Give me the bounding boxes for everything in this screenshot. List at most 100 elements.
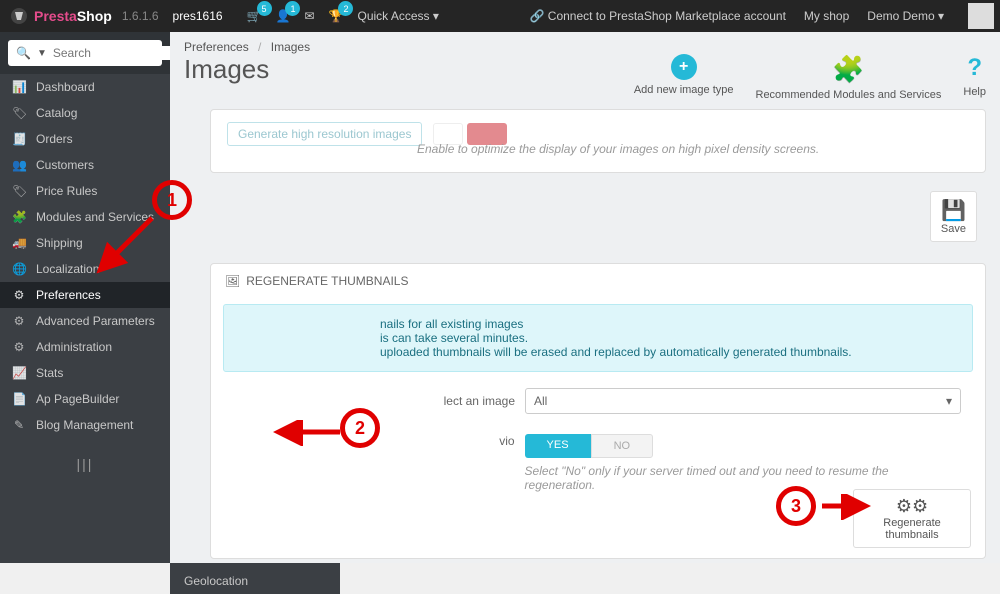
nav-shipping[interactable]: 🚚 Shipping xyxy=(0,230,170,256)
avatar[interactable] xyxy=(968,3,994,29)
nav-customers[interactable]: 👥 Customers xyxy=(0,152,170,178)
user-icon[interactable]: 👤1 xyxy=(276,9,291,23)
alert-line3: uploaded thumbnails will be erased and r… xyxy=(380,345,956,359)
nav-label: Shipping xyxy=(36,236,83,250)
trophy-icon[interactable]: 🏆2 xyxy=(329,9,344,23)
sidebar-collapse-icon[interactable]: ||| xyxy=(0,456,170,472)
regen-label: Regenerate thumbnails xyxy=(883,517,941,541)
breadcrumb-parent[interactable]: Preferences xyxy=(184,40,249,54)
breadcrumb-sep: / xyxy=(258,40,261,54)
nav-blog[interactable]: ✎ Blog Management xyxy=(0,412,170,438)
brand: PrestaShop 1.6.1.6 pres1616 xyxy=(0,7,233,25)
submenu-geolocation[interactable]: Geolocation xyxy=(170,568,340,594)
marketplace-link[interactable]: 🔗 Connect to PrestaShop Marketplace acco… xyxy=(530,9,786,23)
user-badge: 1 xyxy=(285,1,300,16)
ghost-button-label: Generate high resolution images xyxy=(227,122,422,146)
modules-label: Recommended Modules and Services xyxy=(756,89,942,101)
select-value: All xyxy=(534,394,547,408)
add-image-type-button[interactable]: + Add new image type xyxy=(634,54,734,101)
nav-label: Stats xyxy=(36,366,63,380)
quick-access-menu[interactable]: Quick Access ▾ xyxy=(357,9,438,23)
nav-catalog[interactable]: 🏷Catalog xyxy=(0,100,170,126)
nav-pagebuilder[interactable]: 📄Ap PageBuilder xyxy=(0,386,170,412)
erase-toggle: YES NO xyxy=(525,434,961,458)
page-title: Images xyxy=(184,54,269,85)
my-shop-link[interactable]: My shop xyxy=(804,9,849,23)
nav-advanced[interactable]: ⚙ Advanced Parameters xyxy=(0,308,170,334)
alert-line2: is can take several minutes. xyxy=(380,331,956,345)
gauge-icon: 📊 xyxy=(12,80,26,94)
pricetag-icon: 🏷 xyxy=(12,184,26,198)
toggle-yes[interactable]: YES xyxy=(525,434,591,458)
nav-modules[interactable]: 🧩Modules and Services xyxy=(0,204,170,230)
link-icon: 🔗 xyxy=(530,9,548,23)
search-wrap: 🔍 ▼ xyxy=(0,32,170,74)
nav-label: Advanced Parameters xyxy=(36,314,155,328)
recommended-modules-button[interactable]: 🧩 Recommended Modules and Services xyxy=(756,54,942,101)
save-icon: 💾 xyxy=(941,198,966,223)
topbar-right: 🔗 Connect to PrestaShop Marketplace acco… xyxy=(530,3,1000,29)
row-select-image: lect an image All ▾ xyxy=(211,378,985,424)
nav-orders[interactable]: 🧾 Orders xyxy=(0,126,170,152)
nav-stats[interactable]: 📈 Stats xyxy=(0,360,170,386)
topbar-icons: 🛒5 👤1 ✉ 🏆2 Quick Access ▾ xyxy=(247,9,439,23)
breadcrumb-child: Images xyxy=(271,40,310,54)
cart-icon[interactable]: 🛒5 xyxy=(247,9,262,23)
nav-label: Customers xyxy=(36,158,94,172)
truck-icon: 🚚 xyxy=(12,236,26,250)
users-icon: 👥 xyxy=(12,158,26,172)
page-header: Images + Add new image type 🧩 Recommende… xyxy=(170,54,1000,107)
trophy-badge: 2 xyxy=(338,1,353,16)
nav-price-rules[interactable]: 🏷 Price Rules xyxy=(0,178,170,204)
plus-icon: + xyxy=(671,54,697,80)
chart-icon: 📈 xyxy=(12,366,26,380)
content-area: Preferences / Images Images + Add new im… xyxy=(170,32,1000,563)
receipt-icon: 🧾 xyxy=(12,132,26,146)
heading-text: REGENERATE THUMBNAILS xyxy=(246,274,408,288)
high-res-hint: Enable to optimize the display of your i… xyxy=(417,142,969,156)
nav-dashboard[interactable]: 📊 Dashboard xyxy=(0,74,170,100)
regenerate-thumbnails-button[interactable]: ⚙⚙ Regenerate thumbnails xyxy=(853,489,971,548)
user-menu[interactable]: Demo Demo ▾ xyxy=(867,9,944,23)
pencil-icon: ✎ xyxy=(12,418,26,432)
nav-label: Price Rules xyxy=(36,184,97,198)
nav-preferences[interactable]: ⚙Preferences General Orders Products Cus… xyxy=(0,282,170,308)
brand-text: PrestaShop xyxy=(34,8,112,24)
page-icon: 📄 xyxy=(12,392,26,406)
version-label: 1.6.1.6 xyxy=(122,9,159,23)
sidebar: 🔍 ▼ 📊 Dashboard 🏷Catalog 🧾 Orders 👥 Custome… xyxy=(0,32,170,563)
help-label: Help xyxy=(963,86,986,98)
panel-regenerate: 🖼REGENERATE THUMBNAILS nails for all exi… xyxy=(210,263,986,559)
shop-name[interactable]: pres1616 xyxy=(173,9,223,23)
nav-label: Dashboard xyxy=(36,80,95,94)
nav-label: Orders xyxy=(36,132,73,146)
main-nav: 📊 Dashboard 🏷Catalog 🧾 Orders 👥 Customers 🏷… xyxy=(0,74,170,438)
puzzle-icon: 🧩 xyxy=(832,54,864,85)
search-box[interactable]: 🔍 ▼ xyxy=(8,40,162,66)
regenerate-heading: 🖼REGENERATE THUMBNAILS xyxy=(211,264,985,298)
connect-label: Connect to PrestaShop Marketplace accoun… xyxy=(548,9,786,23)
mail-icon[interactable]: ✉ xyxy=(304,9,314,23)
breadcrumb: Preferences / Images xyxy=(170,32,1000,54)
brand-logo-icon xyxy=(10,7,28,25)
nav-administration[interactable]: ⚙Administration xyxy=(0,334,170,360)
toggle-no[interactable]: NO xyxy=(591,434,654,458)
alert-line1: nails for all existing images xyxy=(380,317,956,331)
chevron-down-icon[interactable]: ▼ xyxy=(37,48,47,59)
demo-user-label: Demo Demo xyxy=(867,9,934,23)
quick-access-label: Quick Access xyxy=(357,9,429,23)
nav-label: Blog Management xyxy=(36,418,133,432)
toggle-label: vio xyxy=(395,434,515,448)
regenerate-alert: nails for all existing images is can tak… xyxy=(223,304,973,372)
nav-localization[interactable]: 🌐 Localization xyxy=(0,256,170,282)
save-button[interactable]: 💾 Save xyxy=(930,191,977,242)
nav-label: Localization xyxy=(36,262,99,276)
cart-badge: 5 xyxy=(257,1,272,16)
select-image-label: lect an image xyxy=(395,394,515,408)
select-image-dropdown[interactable]: All ▾ xyxy=(525,388,961,414)
save-label: Save xyxy=(941,223,966,235)
cog-icon: ⚙ xyxy=(12,314,26,328)
help-button[interactable]: ? Help xyxy=(963,54,986,101)
nav-label: Preferences xyxy=(36,288,101,302)
globe-icon: 🌐 xyxy=(12,262,26,276)
